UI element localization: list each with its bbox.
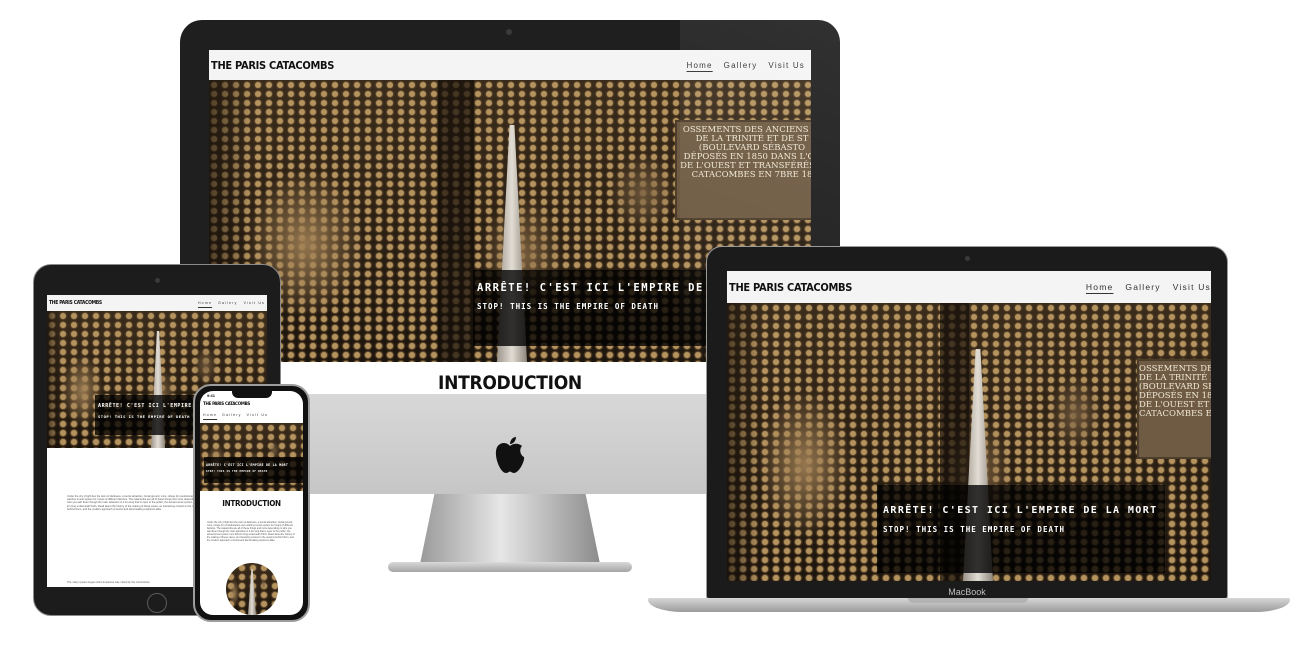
nav-home[interactable]: Home	[1086, 282, 1113, 292]
navbar: THE PARIS CATACOMBS Home Gallery Visit U…	[727, 271, 1211, 303]
inscription-plaque: OSSEMENTS DES ANCIENS CI DE LA TRINITÉ E…	[675, 120, 811, 220]
nav-links: Home Gallery Visit Us	[203, 413, 268, 417]
hero-overlay: ARRÊTE! C'EST ICI L'EMPIRE DE LA MORT ST…	[204, 457, 303, 483]
site-logo[interactable]: THE PARIS CATACOMBS	[49, 300, 102, 306]
imac-stand	[420, 494, 600, 564]
hero-heading: ARRÊTE! C'EST ICI L'EMPIRE DE LA MORT	[206, 463, 289, 467]
site-logo[interactable]: THE PARIS CATACOMBS	[211, 59, 334, 72]
apple-logo-icon	[495, 437, 525, 473]
intro-paragraph: Under the city of light lies the town of…	[207, 521, 295, 542]
nav-home[interactable]: Home	[198, 301, 212, 305]
gallery-thumbnail[interactable]	[226, 563, 278, 615]
hero-image: ARRÊTE! C'EST ICI L'EMPIRE DE LA MORT ST…	[200, 423, 303, 491]
navbar: THE PARIS CATACOMBS Home Gallery Visit U…	[47, 295, 267, 311]
nav-home[interactable]: Home	[203, 413, 217, 417]
hero-subheading: STOP! THIS IS THE EMPIRE OF DEATH	[883, 525, 1066, 534]
hero-subheading: STOP! THIS IS THE EMPIRE OF DEATH	[206, 470, 268, 473]
macbook-frame: THE PARIS CATACOMBS Home Gallery Visit U…	[706, 246, 1228, 600]
nav-links: Home Gallery Visit Us	[198, 301, 265, 305]
nav-home[interactable]: Home	[687, 61, 713, 70]
nav-visit-us[interactable]: Visit Us	[768, 61, 805, 70]
intro-title: INTRODUCTION	[222, 499, 281, 508]
nav-gallery[interactable]: Gallery	[222, 413, 242, 417]
phone-notch	[232, 391, 272, 398]
site-logo[interactable]: THE PARIS CATACOMBS	[729, 281, 852, 294]
nav-visit-us[interactable]: Visit Us	[247, 413, 268, 417]
iphone-frame: 9:41 THE PARIS CATACOMBS Home Gallery Vi…	[193, 384, 310, 622]
home-button[interactable]	[147, 593, 167, 613]
hero-overlay: ARRÊTE! C'EST ICI L'EMPIRE DE LA MORT ST…	[877, 485, 1165, 573]
nav-visit-us[interactable]: Visit Us	[244, 301, 265, 305]
navbar: THE PARIS CATACOMBS Home Gallery Visit U…	[209, 50, 811, 80]
hero-heading: ARRÊTE! C'EST ICI L'EMPIRE DE LA MORT	[883, 505, 1158, 516]
nav-visit-us[interactable]: Visit Us	[1173, 282, 1211, 292]
nav-links: Home Gallery Visit Us	[1086, 282, 1211, 292]
imac-foot	[388, 562, 632, 572]
inscription-plaque: OSSEMENTS DES ANCIENS CI DE LA TRINITÉ E…	[1137, 359, 1211, 459]
status-time: 9:41	[207, 393, 216, 398]
macbook-notch	[908, 598, 1028, 603]
site-logo[interactable]: THE PARIS CATACOMBS	[203, 402, 250, 407]
intro-paragraph: Under the city of light lies the town of…	[67, 495, 204, 511]
nav-links: Home Gallery Visit Us	[687, 61, 809, 70]
camera-icon	[506, 29, 512, 35]
phone-screen: 9:41 THE PARIS CATACOMBS Home Gallery Vi…	[200, 391, 303, 615]
nav-gallery[interactable]: Gallery	[724, 61, 758, 70]
camera-icon	[155, 278, 160, 283]
laptop-label: MacBook	[948, 587, 986, 597]
laptop-screen: THE PARIS CATACOMBS Home Gallery Visit U…	[727, 271, 1211, 581]
camera-icon	[965, 256, 970, 261]
nav-gallery[interactable]: Gallery	[218, 301, 238, 305]
hero-image: OSSEMENTS DES ANCIENS CI DE LA TRINITÉ E…	[727, 303, 1211, 581]
nav-gallery[interactable]: Gallery	[1125, 282, 1160, 292]
